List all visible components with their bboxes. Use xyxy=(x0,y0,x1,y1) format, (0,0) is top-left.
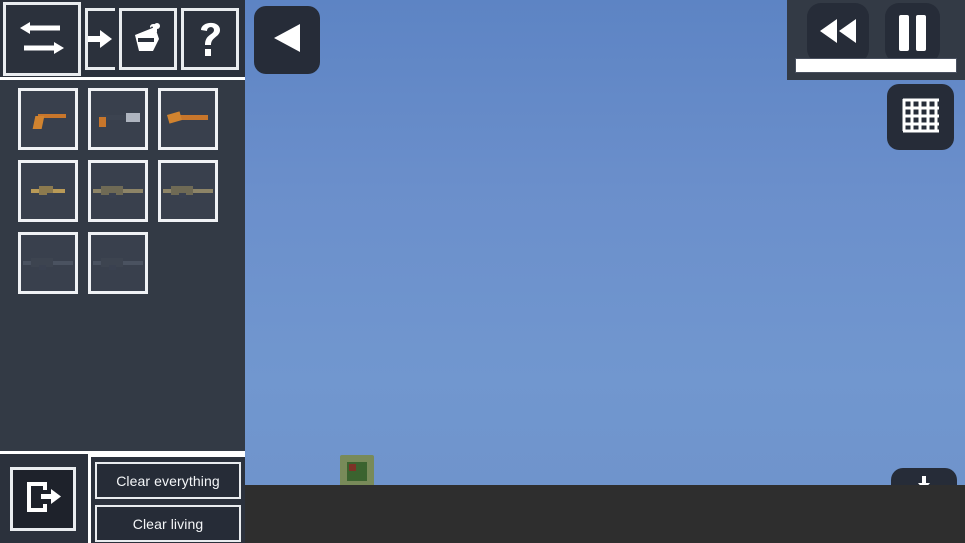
back-button[interactable] xyxy=(254,6,320,74)
arrow-right-icon xyxy=(88,29,114,49)
download-button[interactable] xyxy=(891,468,957,528)
download-icon xyxy=(917,476,931,497)
playback-panel xyxy=(787,0,965,80)
clear-everything-button[interactable]: Clear everything xyxy=(95,462,241,499)
weapon-grid xyxy=(0,88,245,294)
grid-icon xyxy=(901,95,941,140)
rewind-icon xyxy=(818,18,858,49)
swap-tool-button[interactable] xyxy=(3,1,81,76)
swap-arrows-icon xyxy=(18,20,66,58)
help-tool-button[interactable] xyxy=(181,7,239,70)
pistol-sprite xyxy=(30,109,66,129)
weapon-slot-assault-rifle[interactable] xyxy=(88,160,148,222)
clear-living-label: Clear living xyxy=(132,515,204,532)
paint-bucket-icon xyxy=(131,21,165,57)
next-tool-button[interactable] xyxy=(85,7,115,70)
timeline-slider[interactable] xyxy=(795,58,957,73)
pour-tool-button[interactable] xyxy=(119,7,177,70)
carbine-sprite xyxy=(31,184,65,198)
tool-toolbar xyxy=(0,0,245,80)
weapon-slot-sniper-rifle[interactable] xyxy=(18,232,78,294)
weapon-slot-suppressed-smg[interactable] xyxy=(88,88,148,150)
clear-living-button[interactable]: Clear living xyxy=(95,505,241,542)
weapon-slot-machine-gun[interactable] xyxy=(88,232,148,294)
game-sandbox-screen: Clear everything Clear living xyxy=(0,0,965,543)
suppressed-smg-sprite xyxy=(96,110,140,128)
weapon-slot-carbine[interactable] xyxy=(18,160,78,222)
clear-everything-label: Clear everything xyxy=(116,472,220,489)
clear-button-group: Clear everything Clear living xyxy=(88,454,245,543)
assault-rifle-sprite xyxy=(93,184,143,198)
rewind-button[interactable] xyxy=(807,3,869,63)
timeline-fill xyxy=(796,59,956,72)
weapon-slot-battle-rifle[interactable] xyxy=(158,160,218,222)
sidebar-bottom-bar: Clear everything Clear living xyxy=(0,451,245,543)
battle-rifle-sprite xyxy=(163,184,213,198)
exit-door-icon xyxy=(23,479,63,520)
question-mark-icon xyxy=(195,19,225,59)
player-head xyxy=(349,464,356,471)
sawed-off-shotgun-sprite xyxy=(167,111,208,127)
grid-toggle-button[interactable] xyxy=(887,84,954,150)
exit-button[interactable] xyxy=(10,467,76,531)
triangle-left-icon xyxy=(272,22,302,59)
pause-icon xyxy=(899,15,926,51)
sniper-rifle-sprite xyxy=(23,256,73,270)
pause-button[interactable] xyxy=(885,3,940,63)
player-character[interactable] xyxy=(340,455,374,487)
weapon-slot-pistol[interactable] xyxy=(18,88,78,150)
machine-gun-sprite xyxy=(93,256,143,270)
weapon-slot-sawed-off-shotgun[interactable] xyxy=(158,88,218,150)
left-sidebar: Clear everything Clear living xyxy=(0,0,245,543)
